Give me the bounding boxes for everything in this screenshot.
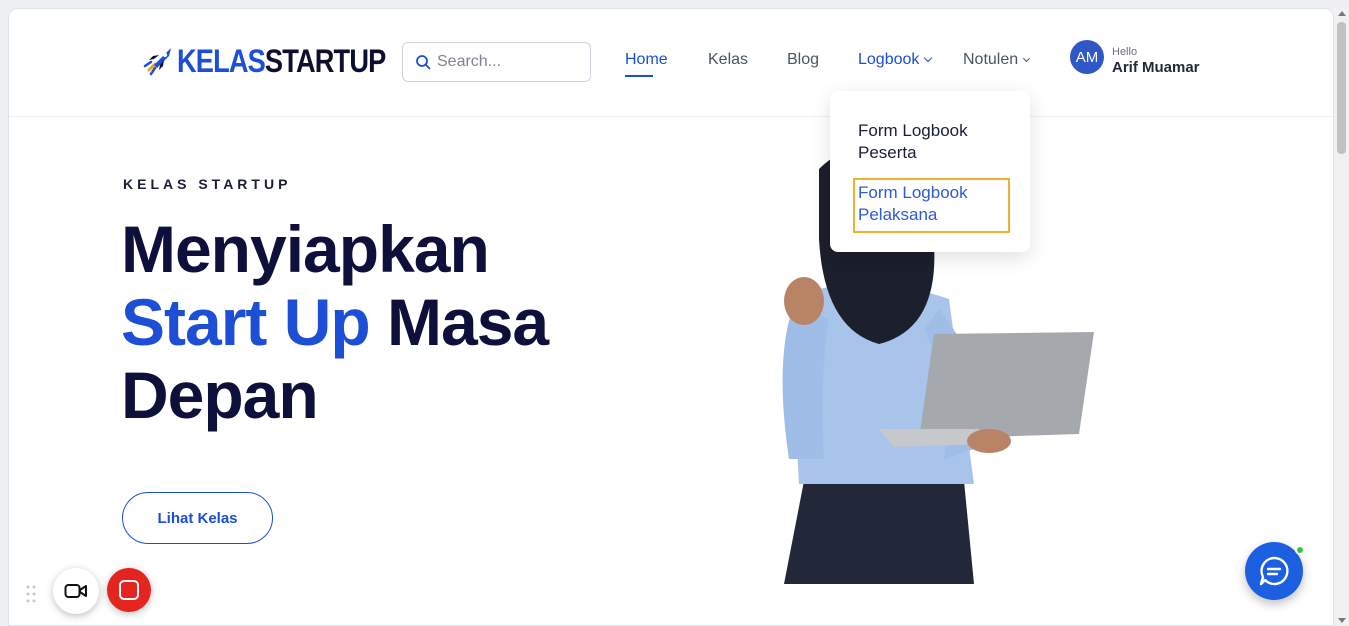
headline-line-3: Depan	[121, 358, 319, 432]
chat-bubble-icon	[1259, 556, 1289, 586]
browser-viewport: KELASSTARTUP Home Kelas Blog Logbook Not…	[8, 8, 1334, 626]
chevron-down-icon	[1023, 54, 1031, 63]
nav-notulen[interactable]: Notulen	[963, 51, 1031, 69]
stop-icon	[119, 580, 139, 600]
video-camera-icon	[64, 584, 87, 598]
chevron-down-icon	[924, 53, 933, 63]
rocket-icon	[143, 48, 171, 76]
headline-line-1: Menyiapkan	[121, 212, 490, 286]
site-logo[interactable]: KELASSTARTUP	[141, 41, 422, 81]
scrollbar-thumb[interactable]	[1337, 22, 1346, 154]
scroll-up-arrow-icon[interactable]	[1338, 11, 1346, 16]
scroll-down-arrow-icon[interactable]	[1338, 618, 1346, 623]
nav-notulen-label: Notulen	[963, 51, 1019, 68]
headline-highlight: Start Up	[121, 285, 371, 359]
hero-headline: Menyiapkan Start Up Masa Depan	[121, 212, 549, 432]
logo-text-dark: STARTUP	[264, 42, 386, 79]
avatar[interactable]: AM	[1070, 40, 1104, 74]
nav-home[interactable]: Home	[625, 51, 668, 69]
page-scrollbar[interactable]	[1334, 8, 1349, 626]
headline-line-2-rest: Masa	[387, 285, 549, 359]
user-greeting: Hello	[1112, 46, 1138, 58]
logo-text: KELASSTARTUP	[177, 42, 386, 80]
headline-line-2: Start Up Masa	[121, 285, 549, 359]
search-box	[402, 42, 591, 82]
stop-recording-button[interactable]	[107, 568, 151, 612]
nav-logbook[interactable]: Logbook	[858, 51, 933, 69]
nav-logbook-label: Logbook	[858, 51, 920, 68]
nav-kelas[interactable]: Kelas	[708, 51, 748, 69]
camera-toggle-button[interactable]	[53, 568, 99, 614]
menu-item-form-logbook-peserta[interactable]: Form Logbook Peserta	[858, 120, 1008, 164]
search-icon	[416, 55, 431, 70]
logbook-dropdown-menu: Form Logbook Peserta Form Logbook Pelaks…	[830, 91, 1030, 252]
nav-active-indicator	[625, 75, 653, 77]
search-input[interactable]	[437, 53, 577, 71]
menu-item-form-logbook-pelaksana[interactable]: Form Logbook Pelaksana	[858, 182, 1008, 226]
nav-blog[interactable]: Blog	[787, 51, 819, 69]
logo-text-blue: KELAS	[177, 42, 266, 79]
hero-eyebrow: KELAS STARTUP	[123, 176, 292, 192]
online-status-dot	[1295, 545, 1305, 555]
drag-handle-icon[interactable]	[26, 584, 36, 604]
user-name[interactable]: Arif Muamar	[1112, 59, 1200, 76]
site-header: KELASSTARTUP Home Kelas Blog Logbook Not…	[9, 9, 1333, 117]
lihat-kelas-button[interactable]: Lihat Kelas	[122, 492, 273, 544]
